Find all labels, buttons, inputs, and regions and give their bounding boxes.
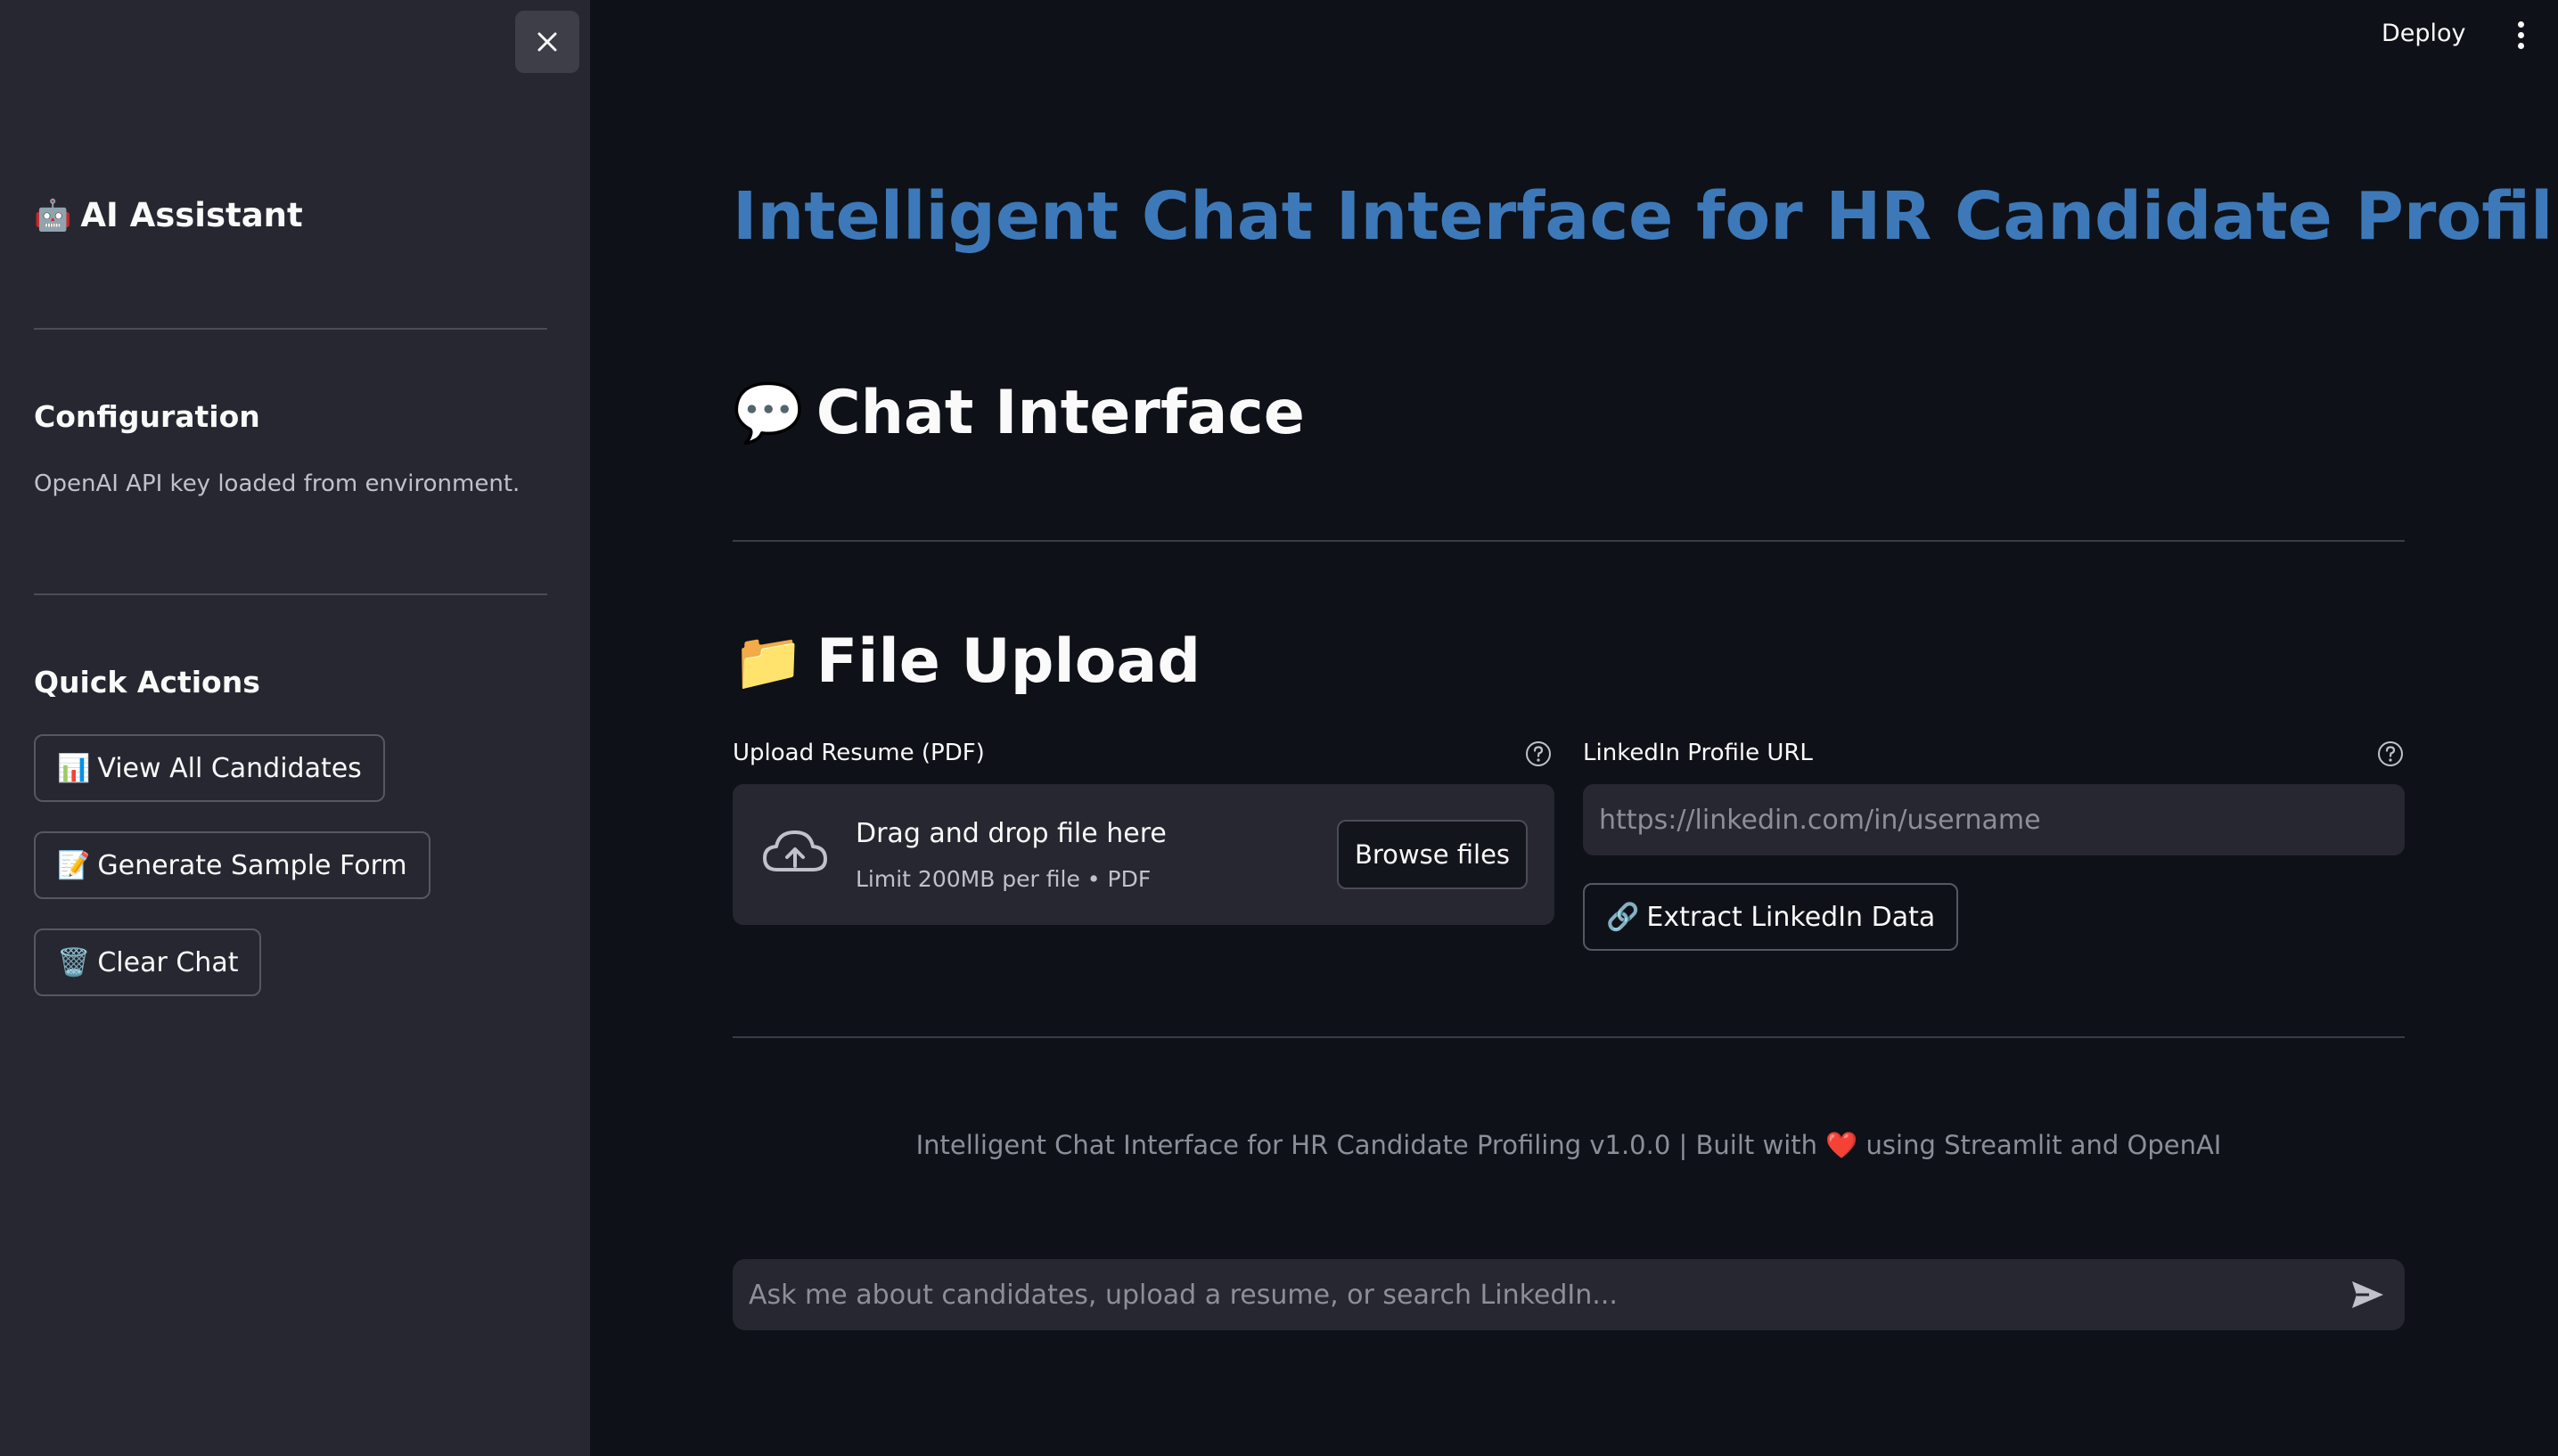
file-upload-heading: 📁 File Upload [733, 626, 1201, 697]
chart-icon: 📊 [57, 752, 91, 784]
kebab-dot [2517, 21, 2524, 28]
footer-suffix: using Streamlit and OpenAI [1865, 1130, 2222, 1160]
app: 🤖 AI Assistant Configuration OpenAI API … [0, 0, 2558, 1456]
quick-actions-heading: Quick Actions [34, 665, 260, 699]
page-title: Intelligent Chat Interface for HR Candid… [733, 178, 2558, 255]
resume-dropzone[interactable]: Drag and drop file here Limit 200MB per … [733, 784, 1554, 925]
extract-linkedin-data-button[interactable]: 🔗 Extract LinkedIn Data [1583, 883, 1959, 951]
sidebar-divider [34, 328, 547, 330]
trash-icon: 🗑️ [57, 946, 91, 978]
button-label: View All Candidates [97, 752, 362, 784]
view-all-candidates-button[interactable]: 📊 View All Candidates [34, 734, 385, 802]
config-caption: OpenAI API key loaded from environment. [34, 470, 521, 497]
link-icon: 🔗 [1606, 901, 1640, 933]
speech-bubble-icon: 💬 [733, 380, 804, 446]
section-divider [733, 540, 2405, 542]
browse-files-button[interactable]: Browse files [1337, 820, 1528, 889]
chat-input[interactable] [733, 1259, 2328, 1330]
heading-text: File Upload [816, 626, 1201, 697]
dropzone-text: Drag and drop file here [856, 818, 1167, 849]
configuration-heading: Configuration [34, 399, 260, 434]
linkedin-url-label: LinkedIn Profile URL [1583, 740, 1813, 766]
sidebar-divider [34, 593, 547, 595]
help-icon[interactable] [2376, 740, 2405, 768]
close-sidebar-button[interactable] [515, 11, 579, 73]
sidebar: 🤖 AI Assistant Configuration OpenAI API … [0, 0, 590, 1456]
sidebar-title: 🤖 AI Assistant [34, 196, 303, 234]
heading-text: Chat Interface [816, 378, 1305, 448]
button-label: Generate Sample Form [97, 849, 407, 881]
folder-icon: 📁 [733, 629, 804, 695]
heart-icon: ❤️ [1825, 1130, 1858, 1160]
generate-sample-form-button[interactable]: 📝 Generate Sample Form [34, 831, 430, 899]
memo-icon: 📝 [57, 849, 91, 881]
deploy-button[interactable]: Deploy [2382, 20, 2466, 47]
footer-text: Intelligent Chat Interface for HR Candid… [733, 1130, 2405, 1161]
help-icon[interactable] [1524, 740, 1553, 768]
kebab-dot [2517, 32, 2524, 38]
clear-chat-button[interactable]: 🗑️ Clear Chat [34, 928, 262, 996]
footer-prefix: Intelligent Chat Interface for HR Candid… [915, 1130, 1817, 1160]
resume-upload-label: Upload Resume (PDF) [733, 740, 985, 766]
cloud-upload-icon [763, 830, 827, 871]
dropzone-limit-text: Limit 200MB per file • PDF [856, 866, 1152, 892]
kebab-dot [2517, 43, 2524, 49]
close-icon [537, 32, 557, 52]
send-icon[interactable] [2349, 1279, 2385, 1311]
button-label: Extract LinkedIn Data [1646, 901, 1936, 933]
button-label: Clear Chat [97, 946, 239, 978]
main-menu-button[interactable] [2503, 21, 2538, 57]
chat-interface-heading: 💬 Chat Interface [733, 378, 1305, 448]
robot-icon: 🤖 [34, 197, 72, 233]
section-divider [733, 1036, 2405, 1038]
linkedin-url-input[interactable] [1583, 784, 2405, 855]
sidebar-title-text: AI Assistant [80, 196, 303, 234]
chat-input-container [733, 1259, 2405, 1330]
